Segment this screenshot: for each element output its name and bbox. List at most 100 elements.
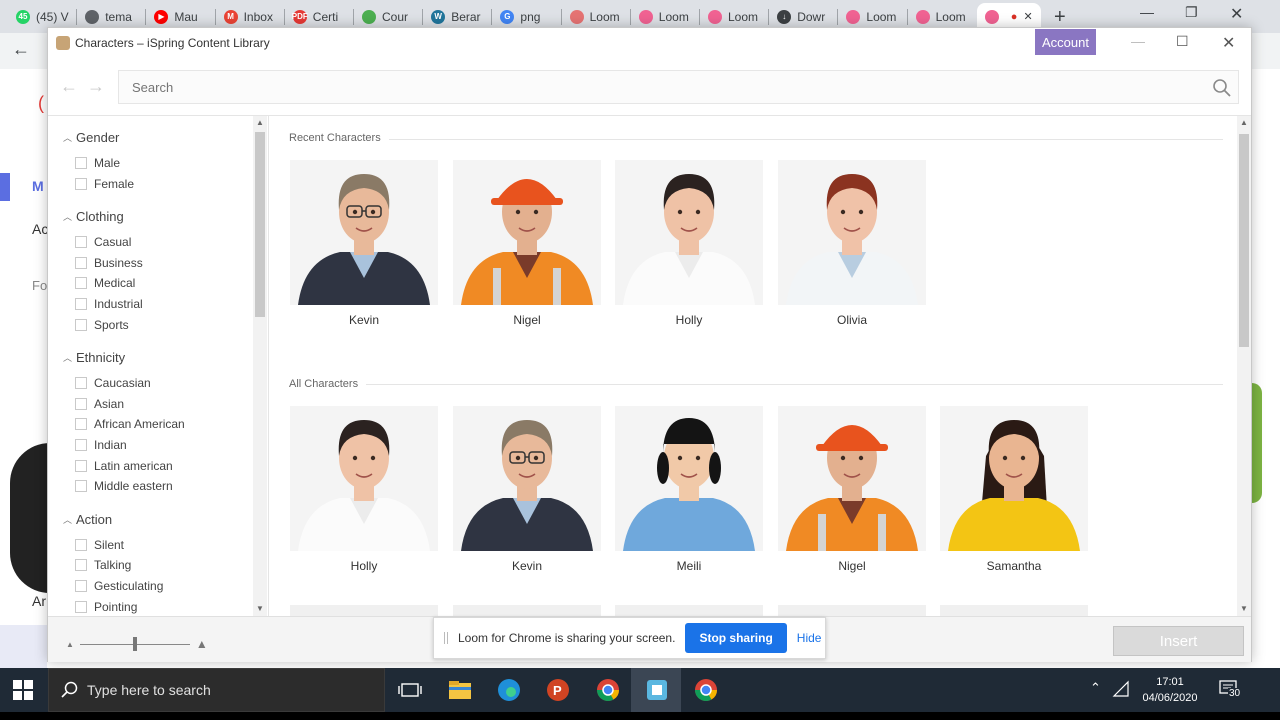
character-card-partial[interactable] (453, 605, 601, 616)
character-photo[interactable] (615, 160, 763, 305)
filter-option[interactable]: African American (75, 417, 185, 431)
zoom-slider[interactable]: ▲ ▲ (66, 636, 208, 651)
file-explorer-icon[interactable] (446, 676, 474, 704)
chrome-icon[interactable] (594, 676, 622, 704)
new-tab-button[interactable]: + (1054, 6, 1066, 29)
back-arrow-icon[interactable]: ← (60, 76, 78, 97)
browser-tab[interactable]: tema (77, 3, 146, 30)
browser-tab[interactable]: ● ✕ (976, 3, 1041, 30)
dialog-close-button[interactable]: ✕ (1222, 33, 1235, 53)
stop-sharing-button[interactable]: Stop sharing (685, 623, 787, 653)
character-card-partial[interactable] (290, 605, 438, 616)
browser-tab[interactable]: Loom (562, 3, 631, 30)
filter-option[interactable]: Gesticulating (75, 579, 163, 593)
filter-group-header[interactable]: ︿ Clothing (63, 209, 124, 224)
character-photo[interactable] (940, 406, 1088, 551)
sidebar-scrollbar[interactable]: ▲ ▼ (253, 116, 267, 616)
forward-arrow-icon[interactable]: → (87, 76, 105, 97)
browser-tab[interactable]: 45 (45) V (8, 3, 77, 30)
character-card[interactable]: Kevin (453, 406, 601, 573)
filter-option[interactable]: Female (75, 177, 134, 191)
filter-option[interactable]: Silent (75, 538, 124, 552)
filter-checkbox[interactable] (75, 418, 87, 431)
windows-start-icon[interactable] (13, 680, 33, 700)
filter-checkbox[interactable] (75, 256, 87, 269)
filter-option[interactable]: Sports (75, 318, 129, 332)
filter-checkbox[interactable] (75, 580, 87, 592)
browser-tab[interactable]: M Inbox (216, 3, 285, 30)
browser-tab[interactable]: ▶ Mau (146, 3, 215, 30)
filter-option[interactable]: Middle eastern (75, 479, 173, 493)
character-card[interactable]: Olivia (778, 160, 926, 327)
filter-option[interactable]: Medical (75, 276, 135, 290)
character-card[interactable]: Nigel (453, 160, 601, 327)
notification-center-icon[interactable]: 30 (1218, 678, 1242, 700)
browser-tab[interactable]: Gpng (492, 3, 561, 30)
chrome-icon-2[interactable] (692, 676, 720, 704)
character-card[interactable]: Holly (290, 406, 438, 573)
browser-close-button[interactable]: ✕ (1230, 4, 1243, 24)
browser-tab[interactable]: Loom (908, 3, 977, 30)
content-scroll-up-icon[interactable]: ▲ (1240, 118, 1248, 127)
filter-checkbox[interactable] (75, 559, 87, 572)
filter-checkbox[interactable] (75, 600, 87, 613)
browser-tab[interactable]: ↓ Dowr (769, 3, 838, 30)
account-button[interactable]: Account (1035, 29, 1096, 55)
character-photo[interactable] (290, 160, 438, 305)
filter-option[interactable]: Business (75, 256, 143, 270)
browser-minimize-button[interactable]: — (1140, 4, 1154, 20)
browser-tab[interactable]: PDF Certi (285, 3, 354, 30)
character-photo[interactable] (778, 406, 926, 551)
filter-option[interactable]: Industrial (75, 297, 143, 311)
filter-checkbox[interactable] (75, 298, 87, 310)
filter-checkbox[interactable] (75, 318, 87, 331)
content-scroll-down-icon[interactable]: ▼ (1240, 604, 1248, 613)
character-photo[interactable] (453, 160, 601, 305)
zoom-thumb[interactable] (132, 636, 137, 651)
powerpoint-icon[interactable]: P (544, 676, 572, 704)
content-scroll-thumb[interactable] (1239, 134, 1249, 347)
browser-back-icon[interactable]: ← (12, 39, 30, 60)
taskbar-clock[interactable]: 17:01 04/06/2020 (1138, 674, 1202, 706)
filter-group-header[interactable]: ︿ Ethnicity (63, 350, 125, 365)
filter-option[interactable]: Talking (75, 558, 131, 572)
drag-handle-icon[interactable] (444, 632, 448, 644)
zoom-out-icon[interactable]: ▲ (66, 640, 74, 649)
filter-checkbox[interactable] (75, 157, 87, 169)
zoom-track[interactable] (79, 636, 190, 651)
browser-tab[interactable]: Loom (631, 3, 700, 30)
filter-checkbox[interactable] (75, 236, 87, 249)
filter-option[interactable]: Pointing (75, 600, 137, 614)
filter-option[interactable]: Caucasian (75, 376, 151, 390)
character-card[interactable]: Holly (615, 160, 763, 327)
sidebar-scroll-thumb[interactable] (255, 132, 265, 317)
filter-checkbox[interactable] (75, 439, 87, 451)
network-icon[interactable] (1112, 680, 1130, 698)
character-photo[interactable] (778, 160, 926, 305)
character-card[interactable]: Nigel (778, 406, 926, 573)
filter-checkbox[interactable] (75, 397, 87, 410)
filter-checkbox[interactable] (75, 459, 87, 472)
browser-tab[interactable]: Loom (700, 3, 769, 30)
character-card[interactable]: Meili (615, 406, 763, 573)
filter-option[interactable]: Indian (75, 438, 127, 452)
tab-close-icon[interactable]: ✕ (1023, 10, 1032, 23)
filter-checkbox[interactable] (75, 538, 87, 551)
edge-icon[interactable] (495, 676, 523, 704)
filter-checkbox[interactable] (75, 480, 87, 493)
character-card[interactable]: Kevin (290, 160, 438, 327)
browser-restore-button[interactable]: ❐ (1185, 4, 1198, 21)
browser-tab[interactable]: Cour (354, 3, 423, 30)
filter-option[interactable]: Latin american (75, 459, 173, 473)
character-card[interactable]: Samantha (940, 406, 1088, 573)
filter-checkbox[interactable] (75, 377, 87, 390)
filter-option[interactable]: Male (75, 156, 120, 170)
search-icon[interactable] (1212, 78, 1232, 98)
scroll-down-icon[interactable]: ▼ (256, 604, 264, 613)
zoom-in-icon[interactable]: ▲ (196, 637, 208, 651)
character-photo[interactable] (615, 406, 763, 551)
content-scrollbar[interactable]: ▲ ▼ (1237, 116, 1251, 616)
taskbar-search[interactable]: Type here to search (48, 668, 385, 712)
browser-tab[interactable]: W Berar (423, 3, 492, 30)
ispring-app-icon[interactable] (643, 676, 671, 704)
